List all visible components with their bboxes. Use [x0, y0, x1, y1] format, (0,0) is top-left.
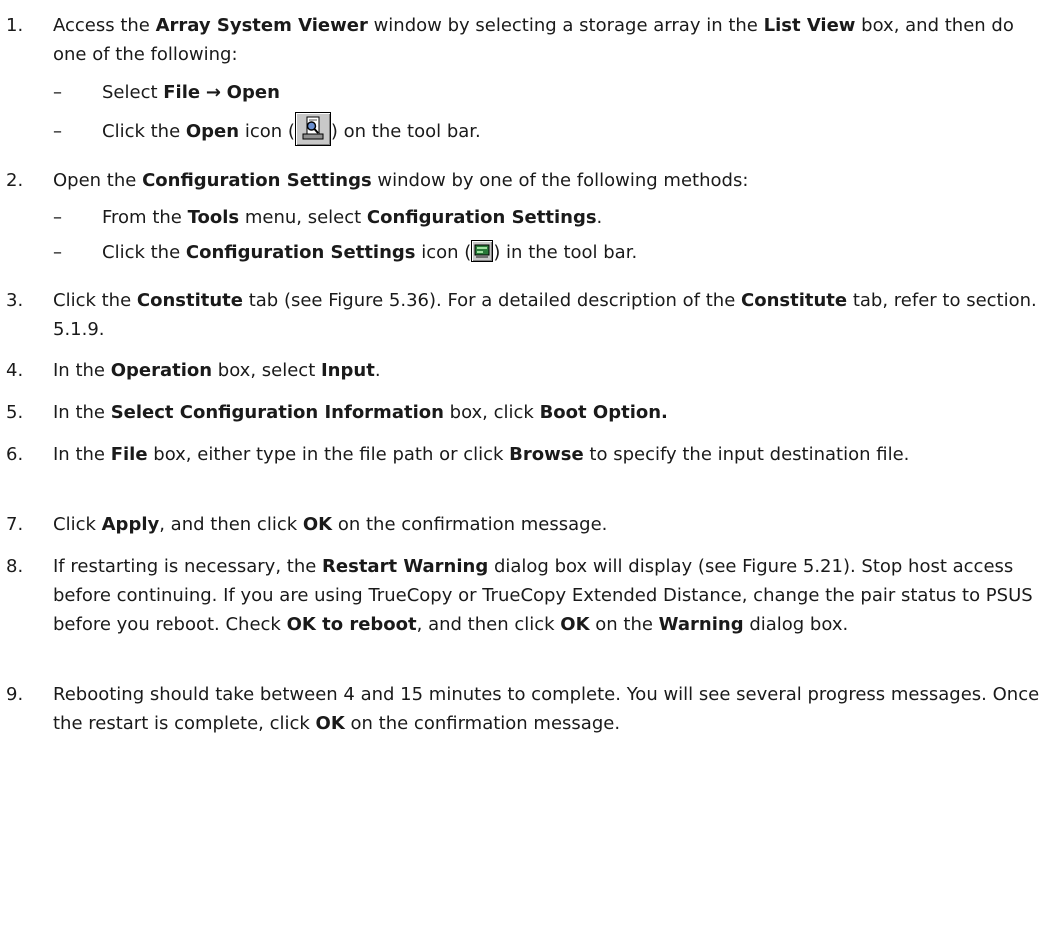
bold-term: List View [763, 15, 856, 36]
open-icon[interactable] [294, 112, 331, 146]
configuration-settings-icon[interactable] [471, 240, 494, 262]
step-7: 7. Click Apply, and then click OK on the… [0, 510, 1063, 539]
bold-term: Apply [101, 514, 160, 535]
text-run: on the [589, 614, 659, 635]
dash-bullet: – [53, 242, 62, 263]
bold-term: Select Configuration Information [110, 402, 444, 423]
text-run: box, either type in the file path or cli… [147, 444, 510, 465]
step-text: Open the Configuration Settings window b… [53, 166, 1045, 195]
tools-menu-label: Tools [187, 207, 240, 228]
step-number: 8. [6, 556, 24, 577]
step-number: 6. [6, 444, 24, 465]
text-run: If restarting is necessary, the [53, 556, 323, 577]
step-text: In the File box, either type in the file… [53, 440, 1045, 469]
step-5: 5. In the Select Configuration Informati… [0, 398, 1063, 427]
substep-text: From the [102, 207, 188, 228]
step-number: 1. [6, 15, 24, 36]
bold-term: Array System Viewer [155, 15, 368, 36]
text-run: , and then click [416, 614, 561, 635]
text-run: dialog box. [743, 614, 849, 635]
text-run: In the [53, 360, 111, 381]
step-6: 6. In the File box, either type in the f… [0, 440, 1063, 498]
substep-text: Click the [102, 121, 186, 142]
bold-term: Input [320, 360, 375, 381]
step-number: 7. [6, 514, 24, 535]
text-run: on the confirmation message. [344, 713, 621, 734]
substep-text: Click the [102, 242, 186, 263]
step-4: 4. In the Operation box, select Input. [0, 356, 1063, 385]
text-run: to specify the input destination file. [583, 444, 910, 465]
configuration-settings-label: Configuration Settings [366, 207, 597, 228]
step-text: Rebooting should take between 4 and 15 m… [53, 680, 1045, 738]
step-number: 4. [6, 360, 24, 381]
arrow-icon: → [205, 82, 221, 103]
dash-bullet: – [53, 82, 62, 103]
text-run: , and then click [159, 514, 303, 535]
bold-term: Boot Option. [539, 402, 668, 423]
step-3: 3. Click the Constitute tab (see Figure … [0, 286, 1063, 344]
step-text: Click Apply, and then click OK on the co… [53, 510, 1045, 539]
step-text: In the Select Configuration Information … [53, 398, 1045, 427]
document-page: 1. Access the Array System Viewer window… [0, 0, 1063, 931]
text-run: on the confirmation message. [332, 514, 608, 535]
text-run: . [374, 360, 381, 381]
text-run: Click [53, 514, 102, 535]
step-number: 5. [6, 402, 24, 423]
bold-term: Configuration Settings [142, 170, 372, 191]
bold-term: Restart Warning [322, 556, 489, 577]
dash-bullet: – [53, 207, 62, 228]
step-text: If restarting is necessary, the Restart … [53, 552, 1045, 639]
bold-term: Operation [110, 360, 213, 381]
step-text: Click the Constitute tab (see Figure 5.3… [53, 286, 1045, 344]
bold-term: OK [560, 614, 590, 635]
bold-term: Browse [509, 444, 584, 465]
configuration-settings-label: Configuration Settings [185, 242, 416, 263]
menu-open-label: Open [226, 82, 280, 103]
step-8: 8. If restarting is necessary, the Resta… [0, 552, 1063, 668]
text-run: Access the [53, 15, 156, 36]
text-run: tab (see Figure 5.36). For a detailed de… [243, 290, 741, 311]
open-label: Open [185, 121, 240, 142]
bold-term: Warning [658, 614, 744, 635]
text-run: box, click [443, 402, 540, 423]
step-number: 3. [6, 290, 24, 311]
step-number: 2. [6, 170, 24, 191]
text-run: Click the [53, 290, 137, 311]
text-run: box, select [212, 360, 321, 381]
step-text: In the Operation box, select Input. [53, 356, 1045, 385]
bold-term: OK [315, 713, 345, 734]
text-run: Open the [53, 170, 143, 191]
text-run: window by one of the following methods: [371, 170, 749, 191]
bold-term: File [110, 444, 148, 465]
substep-text: Select [102, 82, 164, 103]
step-text: Access the Array System Viewer window by… [53, 11, 1045, 69]
step-number: 9. [6, 684, 24, 705]
text-run: window by selecting a storage array in t… [367, 15, 764, 36]
text-run: In the [53, 402, 111, 423]
dash-bullet: – [53, 121, 62, 142]
text-run: In the [53, 444, 111, 465]
step-9: 9. Rebooting should take between 4 and 1… [0, 680, 1063, 767]
bold-term: OK [302, 514, 333, 535]
bold-term: Constitute [741, 290, 848, 311]
bold-term: OK to reboot [286, 614, 417, 635]
step-2: 2. Open the Configuration Settings windo… [0, 166, 1063, 195]
menu-file-label: File [163, 82, 201, 103]
bold-term: Constitute [136, 290, 243, 311]
step-1: 1. Access the Array System Viewer window… [0, 11, 1063, 69]
